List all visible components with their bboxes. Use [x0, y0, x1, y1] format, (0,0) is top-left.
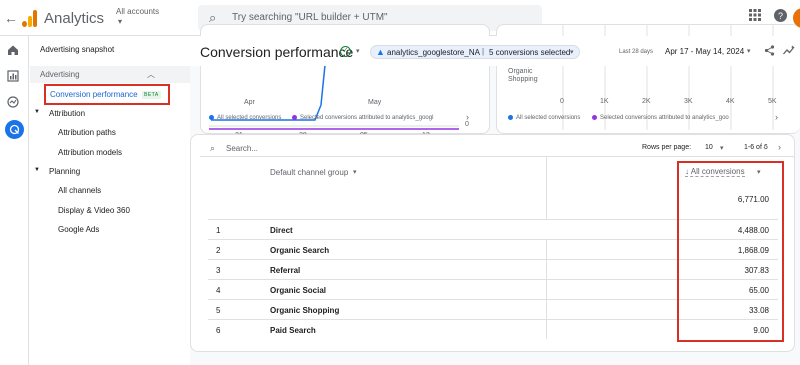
beta-badge: BETA [142, 91, 161, 99]
google-ads-icon: ▲ [376, 47, 385, 57]
x-tick: 3K [684, 98, 693, 105]
share-icon[interactable] [764, 45, 775, 59]
x-tick: 1K [600, 98, 609, 105]
highlight-box [677, 161, 784, 342]
date-preset-label[interactable]: Last 28 days [619, 49, 653, 55]
row-index: 2 [216, 246, 221, 255]
row-dimension: Organic Search [270, 246, 330, 255]
left-rail [0, 36, 29, 365]
category-label: Shopping [508, 76, 538, 83]
nav-attribution-paths[interactable]: Attribution paths [58, 128, 116, 137]
legend-next-icon[interactable]: › [466, 112, 469, 122]
reports-icon[interactable] [7, 70, 19, 85]
category-label: Organic [508, 68, 533, 75]
y-axis-zero: 0 [465, 121, 469, 128]
row-index: 5 [216, 306, 221, 315]
rows-per-page-select[interactable]: 10 [705, 144, 713, 151]
table-search-input[interactable]: Search... [226, 144, 258, 153]
row-dimension: Direct [270, 226, 293, 235]
nav-item-label: Conversion performance [50, 90, 138, 99]
app-title: Analytics [44, 10, 105, 27]
advertising-icon[interactable] [5, 120, 24, 139]
svg-text:?: ? [778, 11, 783, 21]
account-selector-label[interactable]: All accounts [116, 7, 159, 16]
legend-next-icon[interactable]: › [775, 112, 778, 122]
dimension-header[interactable]: Default channel group [270, 168, 348, 177]
comparison-chip[interactable]: ▲ analytics_googlestore_NA | 5 conversio… [370, 45, 580, 59]
nav-planning[interactable]: Planning [49, 167, 80, 176]
legend-item-all[interactable]: All selected conversions [209, 115, 281, 121]
nav-google-ads[interactable]: Google Ads [58, 225, 99, 234]
back-arrow-icon[interactable]: ← [4, 10, 18, 26]
row-index: 6 [216, 326, 221, 335]
nav-section-label: Advertising [40, 70, 80, 79]
page-title: Conversion performance [200, 44, 354, 60]
home-icon[interactable] [7, 44, 19, 59]
row-index: 4 [216, 286, 221, 295]
legend-item-all[interactable]: All selected conversions [508, 115, 580, 121]
nav-all-channels[interactable]: All channels [58, 186, 101, 195]
row-dimension: Organic Social [270, 286, 327, 295]
next-page-icon[interactable]: › [778, 142, 781, 152]
row-dimension: Paid Search [270, 326, 316, 335]
insights-icon[interactable] [783, 45, 795, 59]
search-icon[interactable]: ⌕ [210, 143, 215, 154]
row-dimension: Organic Shopping [270, 306, 340, 315]
nav-attribution-models[interactable]: Attribution models [58, 148, 122, 157]
chevron-down-icon[interactable]: ▾ [353, 168, 357, 176]
prev-page-icon[interactable]: ‹ [763, 142, 766, 152]
x-tick: 4K [726, 98, 735, 105]
chevron-down-icon[interactable]: ▾ [356, 47, 360, 55]
analytics-logo [22, 9, 38, 27]
apps-grid-icon[interactable] [749, 9, 761, 24]
side-nav: Advertising snapshot Advertising ︿ Conve… [30, 36, 190, 365]
chevron-down-icon[interactable]: ▾ [720, 144, 724, 152]
chevron-down-icon[interactable]: ▾ [747, 47, 751, 55]
row-index: 3 [216, 266, 221, 275]
nav-conversion-performance[interactable]: Conversion performance BETA [44, 84, 170, 105]
caret-down-icon[interactable]: ▼ [34, 109, 40, 115]
x-tick-month: Apr [244, 99, 255, 106]
row-index: 1 [216, 226, 221, 235]
explore-icon[interactable] [7, 96, 19, 111]
x-tick: 0 [560, 98, 564, 105]
chevron-down-icon: ▾ [570, 49, 574, 56]
check-circle-icon[interactable]: ✓ [340, 46, 351, 57]
divider [200, 156, 795, 157]
chevron-up-icon[interactable]: ︿ [147, 69, 155, 80]
legend-item-attributed[interactable]: Selected conversions attributed to analy… [592, 115, 729, 121]
nav-advertising-snapshot[interactable]: Advertising snapshot [40, 45, 114, 54]
nav-attribution[interactable]: Attribution [49, 109, 85, 118]
row-dimension: Referral [270, 266, 301, 275]
search-placeholder: Try searching "URL builder + UTM" [232, 12, 388, 23]
x-tick-month: May [368, 99, 382, 106]
main-content: 0 21 28 05 12 Apr May All selected conve… [190, 24, 800, 365]
chip-conversions: 5 conversions selected [489, 48, 571, 57]
caret-down-icon[interactable]: ▼ [34, 167, 40, 173]
nav-display-video-360[interactable]: Display & Video 360 [58, 206, 130, 215]
legend-item-attributed[interactable]: Selected conversions attributed to analy… [292, 115, 433, 121]
page-header: Conversion performance ✓ ▾ ▲ analytics_g… [190, 36, 800, 66]
rows-per-page-label: Rows per page: [642, 144, 692, 151]
chip-separator: | [482, 47, 485, 56]
x-tick: 2K [642, 98, 651, 105]
date-range[interactable]: Apr 17 - May 14, 2024 [665, 47, 744, 56]
chip-property: analytics_googlestore_NA [387, 48, 480, 57]
help-icon[interactable]: ? [774, 9, 787, 25]
chevron-down-icon[interactable]: ▾ [118, 17, 122, 26]
x-tick: 5K [768, 98, 777, 105]
nav-section-advertising[interactable]: Advertising ︿ [30, 66, 190, 83]
